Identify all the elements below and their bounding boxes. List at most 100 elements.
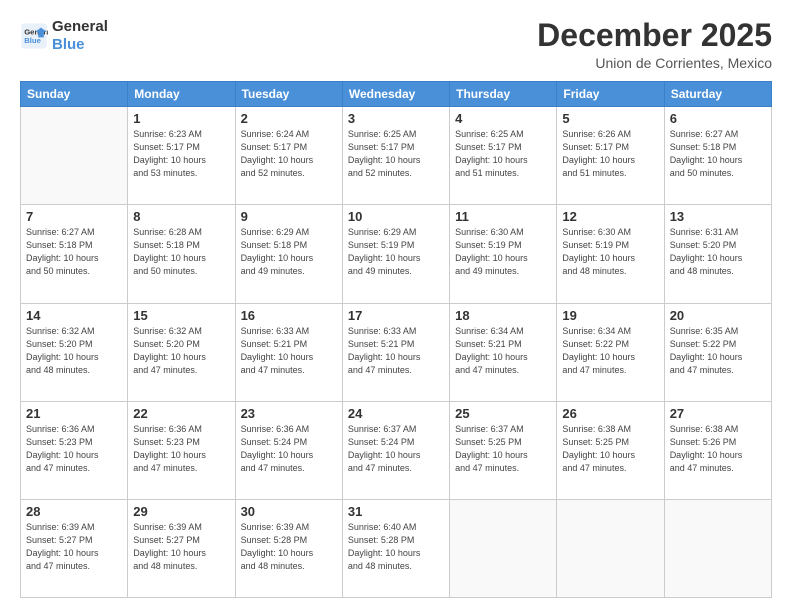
day-number: 28 — [26, 504, 122, 519]
day-number: 3 — [348, 111, 444, 126]
calendar-cell: 29Sunrise: 6:39 AMSunset: 5:27 PMDayligh… — [128, 499, 235, 597]
col-thursday: Thursday — [450, 82, 557, 107]
calendar-cell: 28 Sunrise: 6:39 AMSunset: 5:27 PMDayligh… — [21, 499, 128, 597]
day-info: Sunrise: 6:34 AMSunset: 5:21 PMDaylight:… — [455, 325, 551, 377]
day-number: 18 — [455, 308, 551, 323]
col-tuesday: Tuesday — [235, 82, 342, 107]
col-friday: Friday — [557, 82, 664, 107]
day-number: 19 — [562, 308, 658, 323]
day-info: Sunrise: 6:26 AMSunset: 5:17 PMDaylight:… — [562, 128, 658, 180]
day-info: Sunrise: 6:30 AMSunset: 5:19 PMDaylight:… — [455, 226, 551, 278]
day-info: Sunrise: 6:24 AMSunset: 5:17 PMDaylight:… — [241, 128, 337, 180]
day-number: 2 — [241, 111, 337, 126]
calendar-cell: 19Sunrise: 6:34 AMSunset: 5:22 PMDayligh… — [557, 303, 664, 401]
day-number: 26 — [562, 406, 658, 421]
day-info: Sunrise: 6:32 AMSunset: 5:20 PMDaylight:… — [133, 325, 229, 377]
location: Union de Corrientes, Mexico — [537, 55, 772, 71]
calendar-cell: 8 Sunrise: 6:28 AMSunset: 5:18 PMDaylight… — [128, 205, 235, 303]
day-info: Sunrise: 6:37 AMSunset: 5:25 PMDaylight:… — [455, 423, 551, 475]
calendar-cell: 22 Sunrise: 6:36 AMSunset: 5:23 PMDayligh… — [128, 401, 235, 499]
day-number: 22 — [133, 406, 229, 421]
day-number: 17 — [348, 308, 444, 323]
calendar-cell: 16Sunrise: 6:33 AMSunset: 5:21 PMDayligh… — [235, 303, 342, 401]
day-number: 20 — [670, 308, 766, 323]
day-number: 7 — [26, 209, 122, 224]
calendar-cell: 2 Sunrise: 6:24 AMSunset: 5:17 PMDaylight… — [235, 107, 342, 205]
day-info: Sunrise: 6:25 AMSunset: 5:17 PMDaylight:… — [455, 128, 551, 180]
calendar-cell: 10 Sunrise: 6:29 AMSunset: 5:19 PMDayligh… — [342, 205, 449, 303]
calendar-body: 1Sunrise: 6:23 AMSunset: 5:17 PMDaylight… — [21, 107, 772, 598]
day-info: Sunrise: 6:23 AMSunset: 5:17 PMDaylight:… — [133, 128, 229, 180]
logo-general: General — [52, 18, 108, 36]
day-info: Sunrise: 6:36 AMSunset: 5:24 PMDaylight:… — [241, 423, 337, 475]
calendar-cell: 5Sunrise: 6:26 AMSunset: 5:17 PMDaylight… — [557, 107, 664, 205]
calendar-cell: 23 Sunrise: 6:36 AMSunset: 5:24 PMDayligh… — [235, 401, 342, 499]
calendar-week-1: 7 Sunrise: 6:27 AMSunset: 5:18 PMDaylight… — [21, 205, 772, 303]
calendar-cell: 21Sunrise: 6:36 AMSunset: 5:23 PMDayligh… — [21, 401, 128, 499]
day-info: Sunrise: 6:35 AMSunset: 5:22 PMDaylight:… — [670, 325, 766, 377]
day-number: 25 — [455, 406, 551, 421]
day-info: Sunrise: 6:25 AMSunset: 5:17 PMDaylight:… — [348, 128, 444, 180]
day-info: Sunrise: 6:36 AMSunset: 5:23 PMDaylight:… — [26, 423, 122, 475]
day-number: 23 — [241, 406, 337, 421]
calendar-cell: 9Sunrise: 6:29 AMSunset: 5:18 PMDaylight… — [235, 205, 342, 303]
day-info: Sunrise: 6:33 AMSunset: 5:21 PMDaylight:… — [241, 325, 337, 377]
calendar-cell — [664, 499, 771, 597]
day-info: Sunrise: 6:31 AMSunset: 5:20 PMDaylight:… — [670, 226, 766, 278]
page: General Blue General Blue December 2025 … — [0, 0, 792, 612]
day-info: Sunrise: 6:30 AMSunset: 5:19 PMDaylight:… — [562, 226, 658, 278]
col-monday: Monday — [128, 82, 235, 107]
calendar-cell: 3 Sunrise: 6:25 AMSunset: 5:17 PMDaylight… — [342, 107, 449, 205]
calendar-cell: 31Sunrise: 6:40 AMSunset: 5:28 PMDayligh… — [342, 499, 449, 597]
day-info: Sunrise: 6:38 AMSunset: 5:25 PMDaylight:… — [562, 423, 658, 475]
day-info: Sunrise: 6:36 AMSunset: 5:23 PMDaylight:… — [133, 423, 229, 475]
day-number: 12 — [562, 209, 658, 224]
calendar-cell: 12 Sunrise: 6:30 AMSunset: 5:19 PMDayligh… — [557, 205, 664, 303]
day-info: Sunrise: 6:27 AMSunset: 5:18 PMDaylight:… — [26, 226, 122, 278]
calendar-cell: 18 Sunrise: 6:34 AMSunset: 5:21 PMDayligh… — [450, 303, 557, 401]
calendar-week-0: 1Sunrise: 6:23 AMSunset: 5:17 PMDaylight… — [21, 107, 772, 205]
day-info: Sunrise: 6:39 AMSunset: 5:28 PMDaylight:… — [241, 521, 337, 573]
day-info: Sunrise: 6:29 AMSunset: 5:18 PMDaylight:… — [241, 226, 337, 278]
calendar-week-4: 28 Sunrise: 6:39 AMSunset: 5:27 PMDayligh… — [21, 499, 772, 597]
calendar-cell: 17 Sunrise: 6:33 AMSunset: 5:21 PMDayligh… — [342, 303, 449, 401]
day-info: Sunrise: 6:32 AMSunset: 5:20 PMDaylight:… — [26, 325, 122, 377]
day-info: Sunrise: 6:39 AMSunset: 5:27 PMDaylight:… — [133, 521, 229, 573]
day-number: 27 — [670, 406, 766, 421]
day-number: 13 — [670, 209, 766, 224]
calendar-week-2: 14 Sunrise: 6:32 AMSunset: 5:20 PMDayligh… — [21, 303, 772, 401]
calendar-cell: 14 Sunrise: 6:32 AMSunset: 5:20 PMDayligh… — [21, 303, 128, 401]
day-info: Sunrise: 6:39 AMSunset: 5:27 PMDaylight:… — [26, 521, 122, 573]
col-sunday: Sunday — [21, 82, 128, 107]
logo-icon: General Blue — [20, 22, 48, 50]
day-info: Sunrise: 6:38 AMSunset: 5:26 PMDaylight:… — [670, 423, 766, 475]
day-number: 14 — [26, 308, 122, 323]
day-number: 15 — [133, 308, 229, 323]
day-info: Sunrise: 6:29 AMSunset: 5:19 PMDaylight:… — [348, 226, 444, 278]
day-number: 8 — [133, 209, 229, 224]
calendar-cell: 13 Sunrise: 6:31 AMSunset: 5:20 PMDayligh… — [664, 205, 771, 303]
svg-text:General: General — [24, 28, 48, 37]
col-wednesday: Wednesday — [342, 82, 449, 107]
month-title: December 2025 — [537, 18, 772, 53]
calendar-cell — [557, 499, 664, 597]
header: General Blue General Blue December 2025 … — [20, 18, 772, 71]
day-info: Sunrise: 6:28 AMSunset: 5:18 PMDaylight:… — [133, 226, 229, 278]
calendar-cell: 25 Sunrise: 6:37 AMSunset: 5:25 PMDayligh… — [450, 401, 557, 499]
calendar-cell — [450, 499, 557, 597]
calendar-cell: 20 Sunrise: 6:35 AMSunset: 5:22 PMDayligh… — [664, 303, 771, 401]
day-number: 4 — [455, 111, 551, 126]
day-number: 11 — [455, 209, 551, 224]
calendar-cell — [21, 107, 128, 205]
calendar-cell: 4 Sunrise: 6:25 AMSunset: 5:17 PMDaylight… — [450, 107, 557, 205]
calendar-table: Sunday Monday Tuesday Wednesday Thursday… — [20, 81, 772, 598]
col-saturday: Saturday — [664, 82, 771, 107]
calendar-cell: 1Sunrise: 6:23 AMSunset: 5:17 PMDaylight… — [128, 107, 235, 205]
day-number: 10 — [348, 209, 444, 224]
logo-blue: Blue — [52, 36, 108, 54]
day-number: 24 — [348, 406, 444, 421]
day-number: 30 — [241, 504, 337, 519]
calendar-cell: 27 Sunrise: 6:38 AMSunset: 5:26 PMDayligh… — [664, 401, 771, 499]
day-info: Sunrise: 6:27 AMSunset: 5:18 PMDaylight:… — [670, 128, 766, 180]
day-info: Sunrise: 6:33 AMSunset: 5:21 PMDaylight:… — [348, 325, 444, 377]
